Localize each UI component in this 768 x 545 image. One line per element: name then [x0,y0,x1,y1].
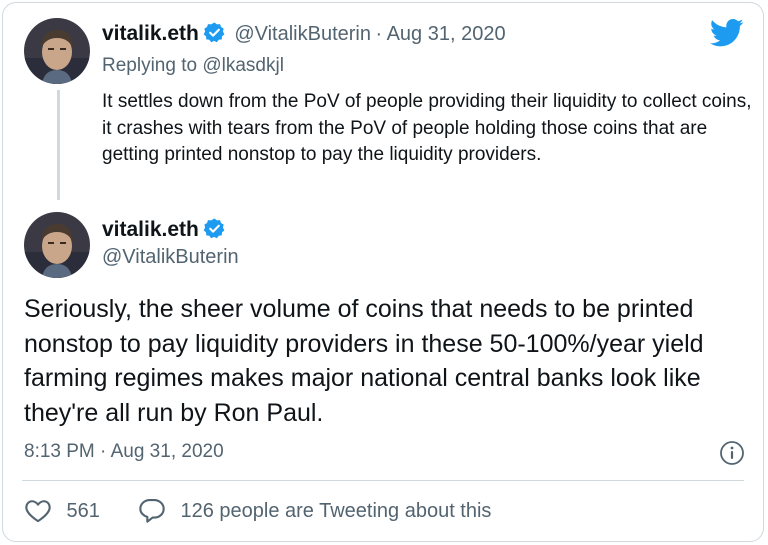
main-author-name[interactable]: vitalik.eth [102,218,199,241]
thread-connector-line [57,90,60,200]
avatar-image [24,18,90,84]
conversation-action[interactable]: 126 people are Tweeting about this [138,497,491,523]
verified-badge-icon [203,218,225,239]
parent-tweet-date[interactable]: Aug 31, 2020 [387,23,506,45]
like-action[interactable]: 561 [24,497,100,523]
main-avatar[interactable] [24,212,90,278]
parent-author-handle[interactable]: @VitalikButerin [234,23,371,45]
main-tweet-author: vitalik.eth [102,217,226,242]
replying-to-line: Replying to @lkasdkjl [102,55,284,77]
twitter-bird-icon[interactable] [709,18,744,48]
info-icon[interactable] [719,440,745,466]
tweet-timestamp[interactable]: 8:13 PM · Aug 31, 2020 [24,441,224,463]
replying-to-label: Replying to [102,55,203,76]
main-author-handle[interactable]: @VitalikButerin [102,246,239,269]
parent-tweet-header: vitalik.eth @VitalikButerin · Aug 31, 20… [102,21,506,46]
replying-to-handle[interactable]: @lkasdkjl [202,55,284,76]
heart-icon [25,500,51,523]
parent-avatar[interactable] [24,18,90,84]
verified-badge-icon [203,22,225,43]
main-tweet-text: Seriously, the sheer volume of coins tha… [24,295,704,427]
parent-tweet-text: It settles down from the PoV of people p… [102,91,752,165]
parent-author-name[interactable]: vitalik.eth [102,22,199,45]
like-count: 561 [66,500,100,522]
actions-divider [22,480,744,481]
header-separator: · [375,23,383,45]
avatar-image [24,212,90,278]
speech-bubble-icon [139,499,165,523]
conversation-count: 126 people are Tweeting about this [180,500,492,522]
